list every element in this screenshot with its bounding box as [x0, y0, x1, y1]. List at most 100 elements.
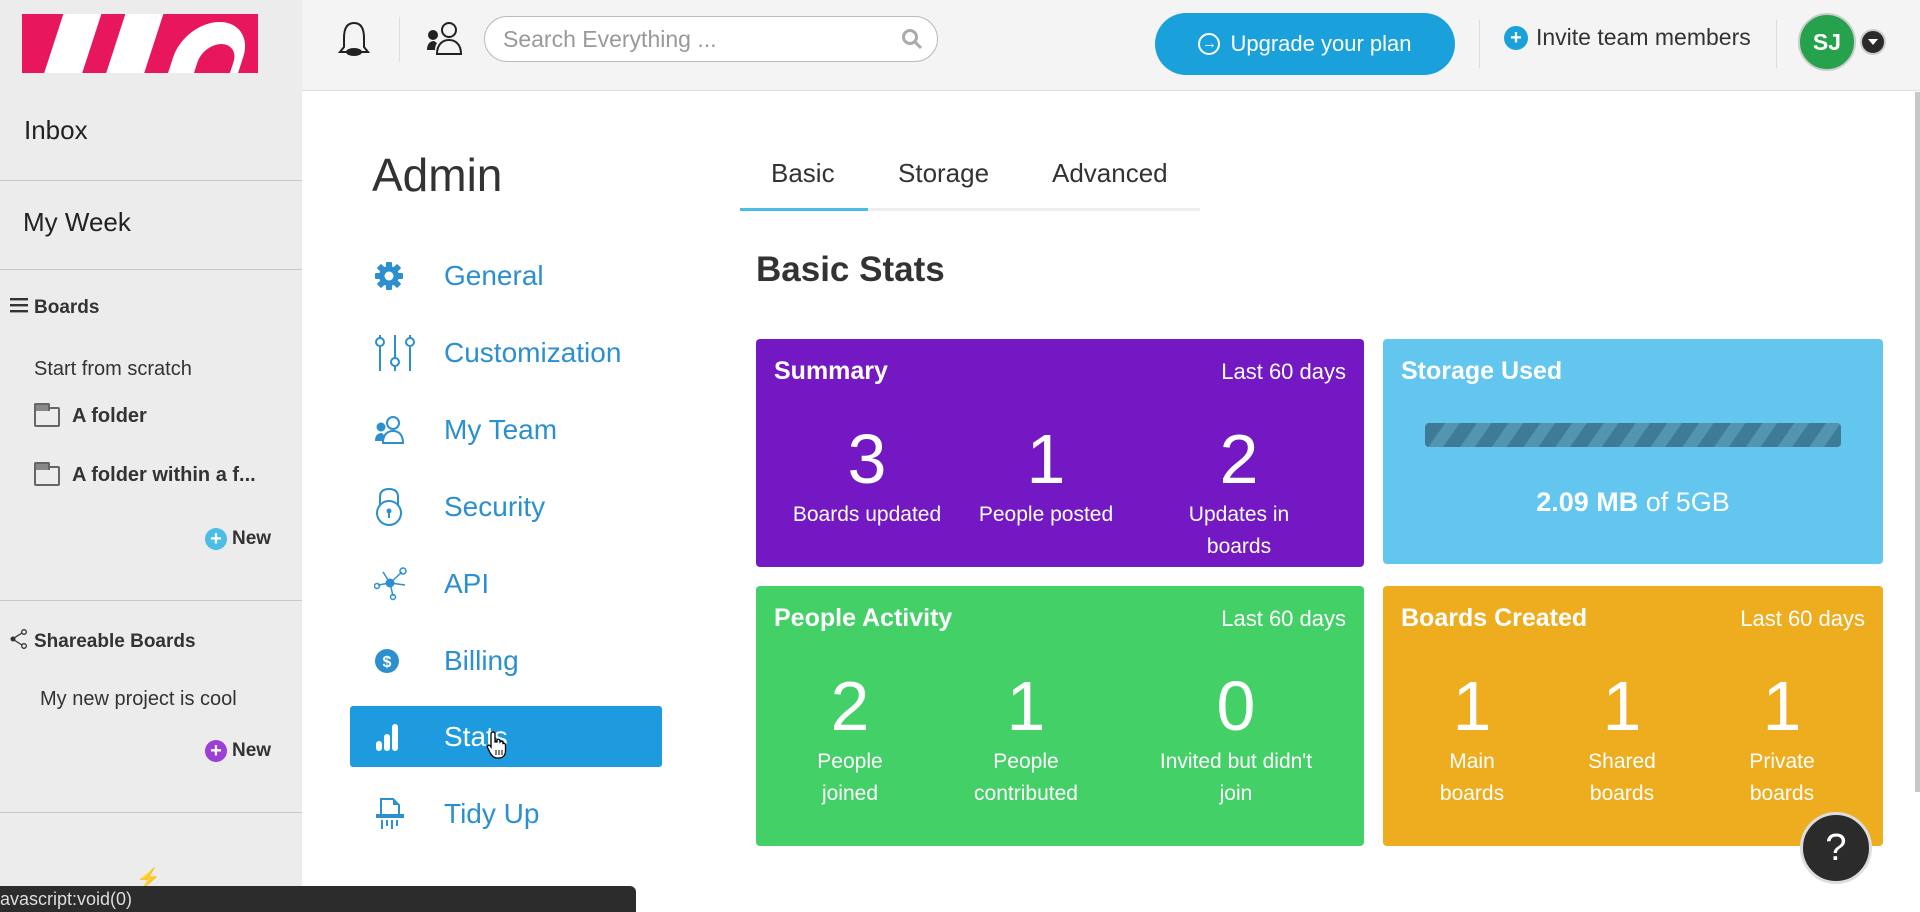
- new-board-button[interactable]: + New: [205, 528, 271, 550]
- top-bar: → Upgrade your plan + Invite team member…: [302, 0, 1920, 91]
- card-range: Last 60 days: [1740, 606, 1865, 631]
- people-activity-card: People Activity Last 60 days 2 People jo…: [756, 586, 1364, 846]
- new-shareable-board-button[interactable]: + New: [205, 740, 271, 762]
- new-label: New: [232, 740, 272, 761]
- tab-advanced[interactable]: Advanced: [1052, 158, 1168, 189]
- share-icon: [10, 629, 28, 655]
- stat-label: Updates in boards: [1188, 503, 1290, 558]
- stats-icon: [374, 721, 434, 753]
- svg-text:$: $: [383, 654, 392, 671]
- tab-basic[interactable]: Basic: [771, 158, 835, 189]
- storage-progress-fill: [1425, 423, 1841, 447]
- sidebar-my-week-link[interactable]: My Week: [0, 207, 302, 238]
- sidebar-inbox-link[interactable]: Inbox: [0, 115, 302, 146]
- admin-nav-security[interactable]: Security: [350, 476, 662, 537]
- nav-label: API: [444, 567, 490, 599]
- board-item[interactable]: Start from scratch: [34, 358, 192, 381]
- people-icon[interactable]: [425, 20, 463, 63]
- divider: [1479, 20, 1480, 68]
- board-label: Start from scratch: [34, 358, 192, 380]
- stat-label: People: [993, 750, 1059, 773]
- brand-logo[interactable]: [22, 14, 258, 73]
- admin-nav-customization[interactable]: Customization: [350, 322, 662, 383]
- tab-storage[interactable]: Storage: [898, 158, 989, 189]
- stat-label: People: [817, 750, 883, 773]
- boards-section-header[interactable]: Boards: [10, 297, 99, 319]
- card-range: Last 60 days: [1221, 359, 1346, 384]
- left-sidebar: Inbox My Week Boards Start from scratch …: [0, 0, 302, 912]
- stat-people-contributed: 1 People contributed: [974, 666, 1078, 810]
- hand-cursor-icon: [486, 730, 508, 765]
- stat-label: Boards updated: [792, 503, 942, 526]
- stat-people-posted: 1 People posted: [979, 419, 1113, 531]
- chevron-down-icon[interactable]: [1860, 29, 1886, 55]
- divider: [0, 180, 302, 181]
- lock-icon: [374, 487, 434, 527]
- nav-label: General: [444, 259, 544, 291]
- api-icon: [374, 566, 434, 601]
- upgrade-plan-button[interactable]: → Upgrade your plan: [1155, 13, 1455, 75]
- stat-label: boards: [1589, 782, 1655, 805]
- boards-created-card: Boards Created Last 60 days 1 Main board…: [1383, 586, 1883, 846]
- stat-label: join: [1219, 782, 1253, 805]
- stat-people-joined: 2 People joined: [817, 666, 882, 810]
- shareable-board-item[interactable]: My new project is cool: [40, 688, 237, 711]
- stat-value: 3: [847, 420, 887, 498]
- plus-circle-icon: +: [1504, 25, 1528, 50]
- search-box[interactable]: [484, 16, 938, 62]
- admin-nav-billing[interactable]: $ Billing: [350, 630, 662, 691]
- divider: [0, 269, 302, 270]
- app-root: Inbox My Week Boards Start from scratch …: [0, 0, 1920, 912]
- stat-value: 1: [1452, 667, 1492, 745]
- boards-heading: Boards: [34, 297, 100, 318]
- new-label: New: [232, 528, 272, 549]
- admin-nav-my-team[interactable]: My Team: [350, 399, 662, 460]
- folder-item[interactable]: A folder within a f...: [34, 461, 256, 487]
- stat-label: Shared: [1588, 750, 1656, 773]
- shareable-heading: Shareable Boards: [34, 631, 196, 652]
- divider: [0, 600, 302, 601]
- stat-shared-boards: 1 Shared boards: [1588, 666, 1656, 810]
- search-icon[interactable]: [901, 28, 923, 55]
- bell-icon[interactable]: [337, 20, 371, 65]
- help-button[interactable]: ?: [1800, 812, 1872, 884]
- board-label: My new project is cool: [40, 688, 237, 710]
- folder-label: A folder within a f...: [72, 464, 256, 486]
- admin-nav-general[interactable]: General: [350, 245, 662, 306]
- stat-boards-updated: 3 Boards updated: [793, 419, 941, 531]
- storage-used-card: Storage Used 2.09 MB of 5GB: [1383, 339, 1883, 564]
- gear-icon: [374, 261, 434, 291]
- divider: [0, 812, 302, 813]
- dollar-icon: $: [374, 647, 434, 675]
- stat-value: 1: [1026, 420, 1066, 498]
- folder-icon: [34, 402, 60, 427]
- scrollbar[interactable]: [1915, 92, 1920, 792]
- nav-label: Security: [444, 490, 546, 522]
- search-input[interactable]: [503, 25, 883, 53]
- nav-label: Tidy Up: [444, 797, 540, 829]
- invite-label: Invite team members: [1536, 24, 1751, 50]
- plus-circle-icon: +: [205, 740, 227, 762]
- nav-label: My Team: [444, 413, 558, 445]
- stat-label: Main: [1449, 750, 1495, 773]
- stats-tabs: Basic Storage Advanced: [740, 158, 1200, 211]
- stat-invited-not-joined: 0 Invited but didn't join: [1141, 666, 1331, 810]
- admin-nav-api[interactable]: API: [350, 553, 662, 614]
- folder-icon: [34, 461, 60, 486]
- invite-team-members-button[interactable]: + Invite team members: [1504, 24, 1751, 51]
- active-tab-indicator: [740, 208, 868, 211]
- shareable-boards-header[interactable]: Shareable Boards: [10, 629, 196, 655]
- upgrade-label: Upgrade your plan: [1230, 31, 1412, 56]
- stat-private-boards: 1 Private boards: [1749, 666, 1814, 810]
- browser-status-bar: avascript:void(0): [0, 886, 636, 912]
- stat-value: 1: [1006, 667, 1046, 745]
- stat-label: joined: [821, 782, 879, 805]
- stat-label: Invited but didn't: [1159, 750, 1313, 773]
- stat-updates-in-boards: 2 Updates in boards: [1177, 419, 1302, 563]
- admin-nav-tidy-up[interactable]: Tidy Up: [350, 783, 662, 844]
- card-range: Last 60 days: [1221, 606, 1346, 631]
- user-avatar[interactable]: SJ: [1798, 13, 1856, 71]
- storage-progress-bar: [1425, 423, 1841, 447]
- folder-item[interactable]: A folder: [34, 402, 147, 428]
- shredder-icon: [374, 796, 434, 832]
